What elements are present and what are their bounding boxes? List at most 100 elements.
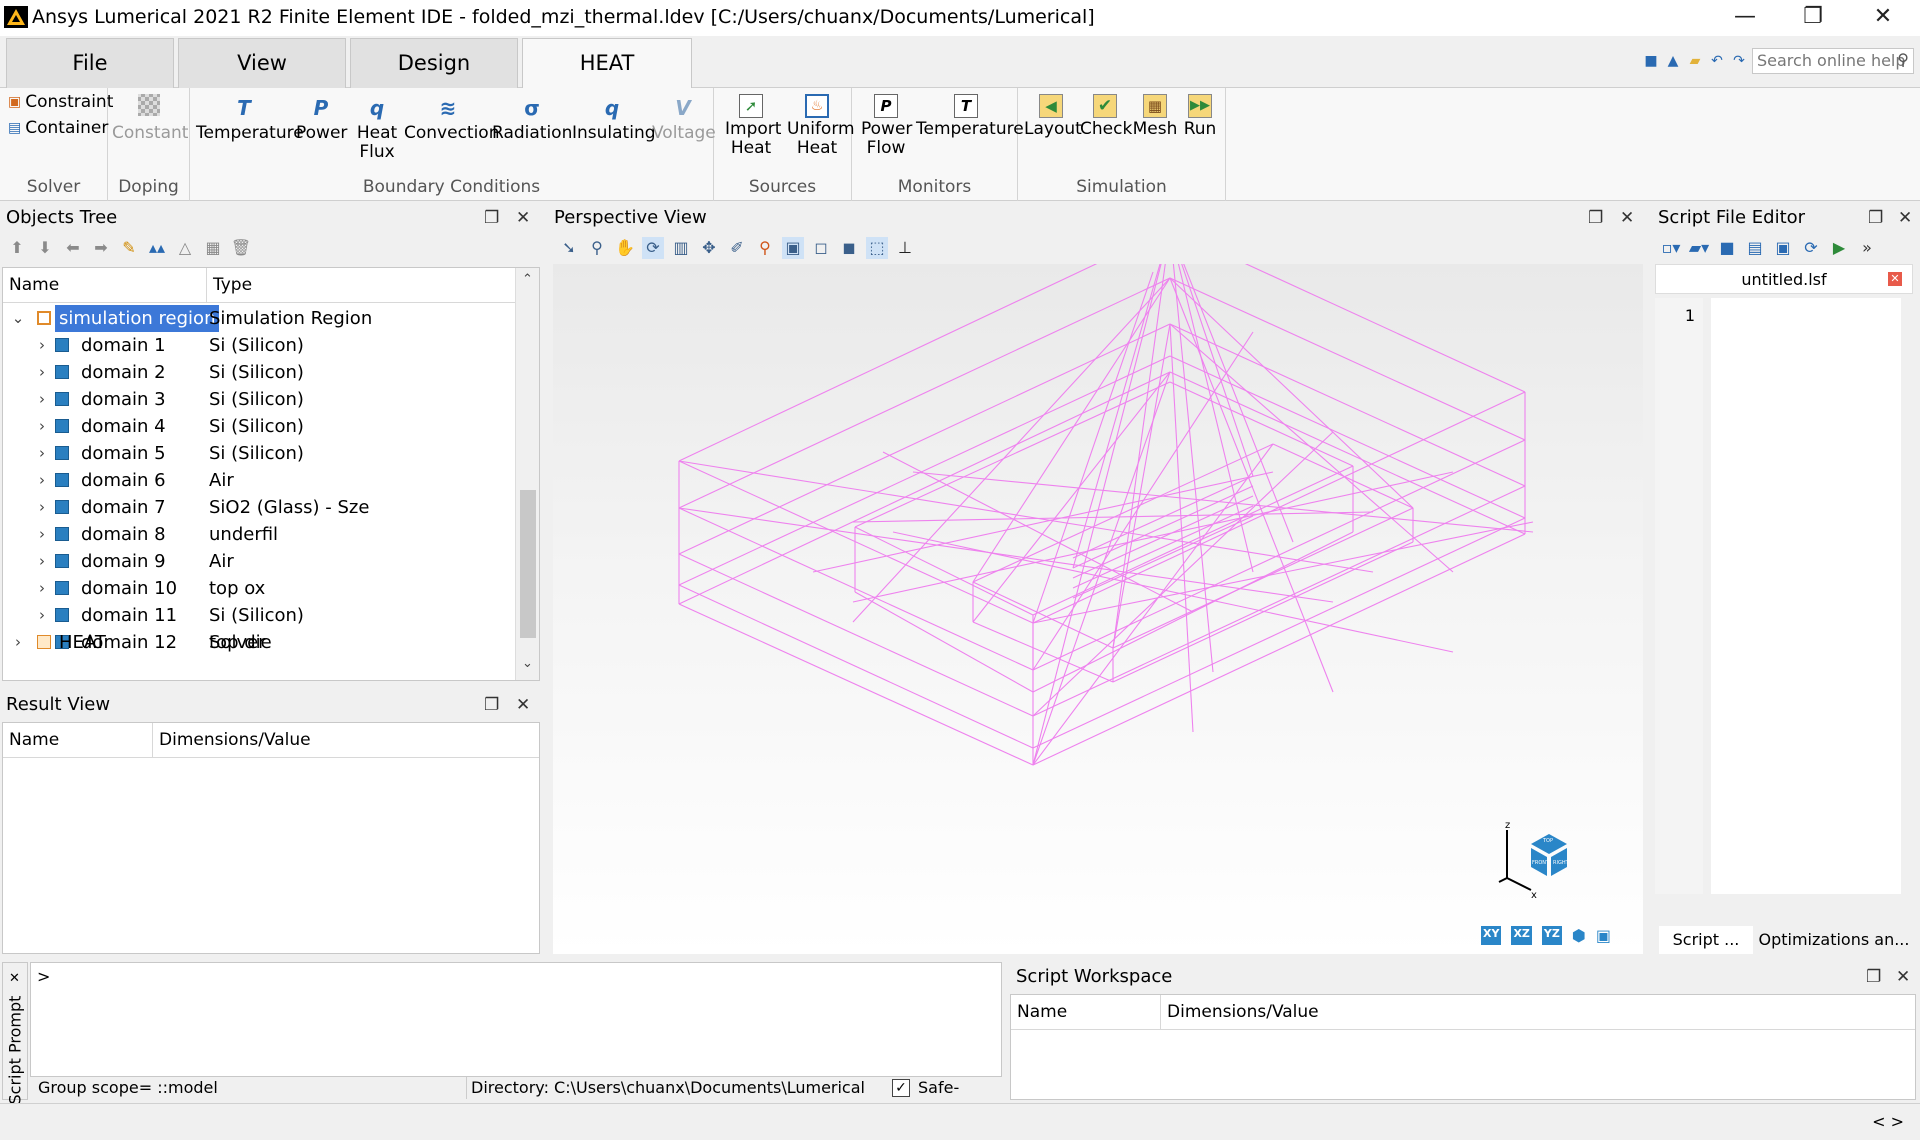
bc-heat-flux-button[interactable]: q Heat Flux: [350, 94, 404, 162]
close-window-button[interactable]: ✕: [1854, 2, 1912, 34]
script-prompt-side-tab[interactable]: ✕ Script Prompt: [2, 962, 28, 1105]
ruler-icon[interactable]: ▥: [670, 237, 692, 259]
tree-row[interactable]: › domain 8 underfil: [3, 521, 513, 548]
script-code-area[interactable]: [1711, 298, 1901, 894]
tree-row[interactable]: › domain 1 Si (Silicon): [3, 332, 513, 359]
tree-row-simulation-region[interactable]: ⌄ simulation region Simulation Region: [3, 305, 513, 332]
close-panel-icon[interactable]: ✕: [1620, 203, 1634, 233]
chevron-right-icon[interactable]: ›: [35, 332, 49, 359]
float-icon[interactable]: ❐: [484, 203, 499, 233]
chevron-right-icon[interactable]: ›: [35, 602, 49, 629]
run-script-icon[interactable]: ▶: [1828, 237, 1850, 259]
float-icon[interactable]: ❐: [1868, 203, 1883, 233]
chevron-right-icon[interactable]: ›: [35, 386, 49, 413]
more-icon[interactable]: »: [1856, 237, 1878, 259]
minimize-button[interactable]: —: [1716, 2, 1774, 34]
move-down-icon[interactable]: ⬇: [34, 237, 56, 259]
zoom-extent-icon[interactable]: ⚲: [754, 237, 776, 259]
move-up-icon[interactable]: ⬆: [6, 237, 28, 259]
iso-view-icon[interactable]: ⬢: [1572, 926, 1586, 945]
bc-temperature-button[interactable]: T Temperature: [196, 94, 304, 143]
tree-row[interactable]: › domain 9 Air: [3, 548, 513, 575]
tree-row-heat-solver[interactable]: › HEAT Solver: [3, 629, 513, 656]
scroll-down-icon[interactable]: ⌄: [522, 656, 533, 671]
save-as-icon[interactable]: ▤: [1744, 237, 1766, 259]
bc-convection-button[interactable]: ≋ Convection: [404, 94, 499, 143]
close-panel-icon[interactable]: ✕: [1896, 962, 1910, 992]
chevron-right-icon[interactable]: ›: [35, 359, 49, 386]
box-icon[interactable]: ⬚: [866, 237, 888, 259]
search-online-help-input[interactable]: Search online help ⚲: [1752, 48, 1914, 74]
script-prompt-console[interactable]: >: [30, 962, 1002, 1077]
editor-file-tab[interactable]: untitled.lsf ✕: [1655, 264, 1913, 294]
edit-icon[interactable]: ✎: [118, 237, 140, 259]
zoom-region-icon[interactable]: ▣: [782, 237, 804, 259]
tree-scroll-thumb[interactable]: [520, 490, 536, 638]
undo-icon[interactable]: ↶: [1708, 52, 1726, 70]
open-folder-icon[interactable]: ▣: [1772, 237, 1794, 259]
move-icon[interactable]: ✥: [698, 237, 720, 259]
run-button[interactable]: ▶▶ Run: [1180, 94, 1220, 139]
delete-icon[interactable]: 🗑: [230, 237, 252, 259]
folder-icon[interactable]: ▰: [1686, 52, 1704, 70]
mountain-icon[interactable]: ▴▴: [146, 237, 168, 259]
save-icon[interactable]: ■: [1642, 52, 1660, 70]
chevron-right-icon[interactable]: ›: [35, 548, 49, 575]
select-icon[interactable]: ➘: [558, 237, 580, 259]
chevron-right-icon[interactable]: ›: [35, 521, 49, 548]
bc-radiation-button[interactable]: σ Radiation: [492, 94, 572, 143]
solid-icon[interactable]: ◼: [838, 237, 860, 259]
optimizations-tab[interactable]: Optimizations an...: [1755, 926, 1913, 954]
xy-view-button[interactable]: XY: [1481, 926, 1502, 945]
bc-voltage-button[interactable]: V Voltage: [652, 94, 716, 143]
scroll-up-icon[interactable]: ⌃: [522, 272, 533, 287]
zoom-icon[interactable]: ⚲: [586, 237, 608, 259]
chevron-down-icon[interactable]: ⌄: [11, 305, 25, 332]
wireframe-icon[interactable]: ◻: [810, 237, 832, 259]
chevron-right-icon[interactable]: ›: [35, 575, 49, 602]
chevron-right-icon[interactable]: ›: [35, 413, 49, 440]
power-flow-button[interactable]: P Power Flow: [858, 94, 914, 158]
tab-file[interactable]: File: [6, 38, 174, 88]
measure-icon[interactable]: ✐: [726, 237, 748, 259]
redo-icon[interactable]: ↷: [1730, 52, 1748, 70]
search-icon[interactable]: ⚲: [1897, 50, 1909, 70]
move-right-icon[interactable]: ➡: [90, 237, 112, 259]
safe-mode-checkbox[interactable]: ✓: [892, 1079, 910, 1097]
pan-icon[interactable]: ✋: [614, 237, 636, 259]
tree-row[interactable]: › domain 10 top ox: [3, 575, 513, 602]
close-panel-icon[interactable]: ✕: [1898, 203, 1912, 233]
tree-row[interactable]: › domain 4 Si (Silicon): [3, 413, 513, 440]
yz-view-button[interactable]: YZ: [1541, 926, 1562, 945]
chevron-right-icon[interactable]: ›: [35, 440, 49, 467]
float-icon[interactable]: ❐: [484, 690, 499, 720]
triangle-outline-icon[interactable]: △: [174, 237, 196, 259]
container-button[interactable]: ▤ Container: [8, 118, 108, 138]
float-icon[interactable]: ❐: [1588, 203, 1603, 233]
status-nav[interactable]: < >: [1872, 1112, 1904, 1131]
move-left-icon[interactable]: ⬅: [62, 237, 84, 259]
orientation-cube[interactable]: z x TOP FRONT RIGHT: [1497, 820, 1587, 900]
tab-heat[interactable]: HEAT: [522, 38, 692, 89]
close-panel-icon[interactable]: ✕: [516, 690, 530, 720]
restore-button[interactable]: ❐: [1784, 2, 1842, 34]
constraint-button[interactable]: ▣ Constraint: [8, 92, 113, 112]
tree-row[interactable]: › domain 7 SiO2 (Glass) - Sze: [3, 494, 513, 521]
xz-view-button[interactable]: XZ: [1511, 926, 1532, 945]
close-panel-icon[interactable]: ✕: [516, 203, 530, 233]
tree-scrollbar[interactable]: ⌃ ⌄: [515, 268, 539, 680]
open-file-icon[interactable]: ▰▾: [1688, 237, 1710, 259]
bc-insulating-button[interactable]: q Insulating: [572, 94, 656, 143]
uniform-heat-button[interactable]: ♨ Uniform Heat: [784, 94, 855, 158]
tab-design[interactable]: Design: [350, 38, 518, 88]
rotate-icon[interactable]: ⟳: [642, 237, 664, 259]
chevron-right-icon[interactable]: ›: [35, 494, 49, 521]
new-file-icon[interactable]: ▫▾: [1660, 237, 1682, 259]
float-icon[interactable]: ❐: [1866, 962, 1881, 992]
grid-icon[interactable]: ▦: [202, 237, 224, 259]
mesh-button[interactable]: ▦ Mesh: [1132, 94, 1178, 139]
save-icon[interactable]: ■: [1716, 237, 1738, 259]
monitor-temperature-button[interactable]: T Temperature: [916, 94, 1024, 139]
perspective-viewport[interactable]: z x TOP FRONT RIGHT XY XZ YZ ⬢ ▣: [553, 228, 1643, 954]
lock-view-icon[interactable]: ▣: [1596, 926, 1611, 945]
